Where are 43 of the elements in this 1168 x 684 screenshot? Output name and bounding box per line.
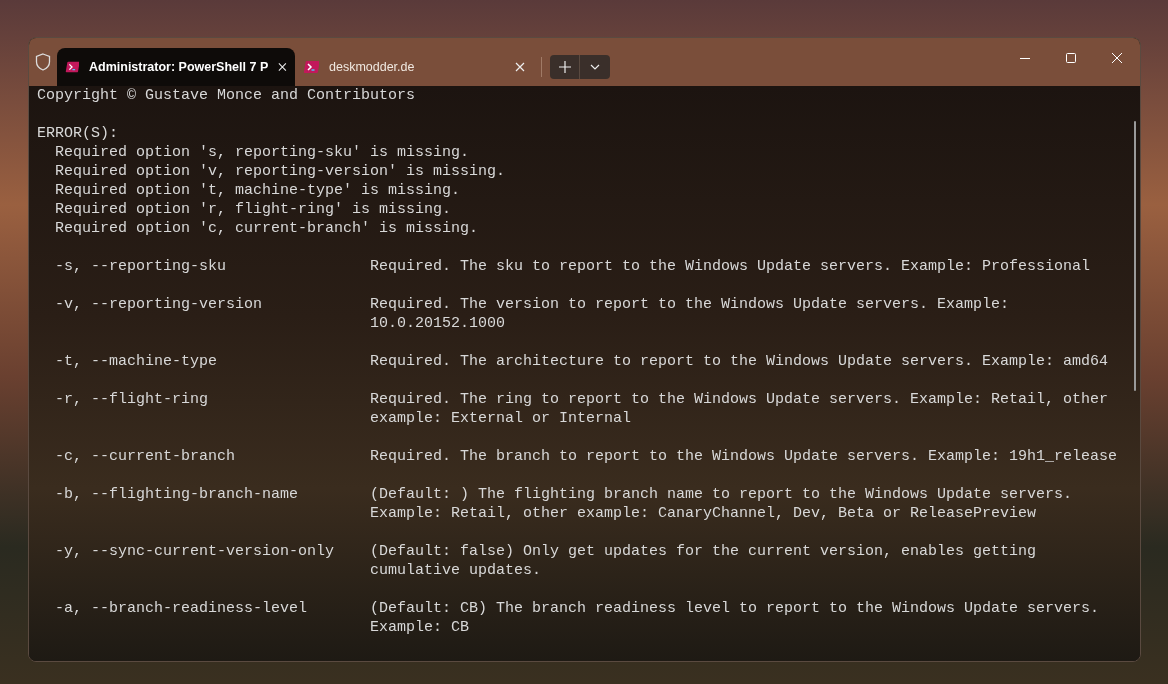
error-line: Required option 's, reporting-sku' is missing. <box>54 143 471 162</box>
error-line: Required option 'v, reporting-version' is missing. <box>54 162 507 181</box>
option-description: 10.0.20152.1000 <box>370 314 507 333</box>
plus-icon <box>558 61 571 73</box>
option-name-text: -r, --flight-ring <box>55 391 209 408</box>
copyright-line: Copyright © Gustave Monce and Contributors <box>37 86 417 105</box>
option-name-text: -v, --reporting-version <box>55 296 263 313</box>
option-description: Required. The version to report to the Windows Update servers. Example: <box>370 295 1010 314</box>
option-description: (Default: ) The flighting branch name to report to the Windows Update servers. <box>370 485 1073 504</box>
error-line: Required option 'c, current-branch' is missing. <box>54 219 480 238</box>
option-name-text: -t, --machine-type <box>55 353 218 370</box>
option-name-text: -b, --flighting-branch-name <box>55 486 299 503</box>
option-description: Required. The sku to report to the Windows Update servers. Example: Professional <box>370 257 1091 276</box>
option-description: Example: Retail, other example: CanaryChannel, Dev, Beta or ReleasePreview <box>370 504 1038 523</box>
option-description: Required. The ring to report to the Windows Update servers. Example: Retail, other <box>370 390 1109 409</box>
errors-heading: ERROR(S): <box>37 124 119 143</box>
maximize-icon <box>1066 53 1076 63</box>
tab[interactable]: deskmodder.de <box>295 48 533 86</box>
option-description: Required. The architecture to report to the Windows Update servers. Example: amd64 <box>370 352 1109 371</box>
chevron-down-icon <box>590 64 600 70</box>
option-description: Example: CB <box>370 618 471 637</box>
option-name-text: -c, --current-branch <box>55 448 236 465</box>
option-name-text: -y, --sync-current-version-only <box>55 543 335 560</box>
tab[interactable]: Administrator: PowerShell 7 P <box>57 48 295 86</box>
option-name-text: -s, --reporting-sku <box>55 258 227 275</box>
error-line: Required option 't, machine-type' is missing. <box>54 181 462 200</box>
terminal-app-icon <box>303 60 319 74</box>
close-icon <box>1112 53 1122 63</box>
close-icon[interactable] <box>515 62 525 72</box>
close-icon[interactable] <box>278 62 287 72</box>
option-description: (Default: false) Only get updates for the current version, enables getting <box>370 542 1037 561</box>
shield-icon <box>35 53 51 71</box>
option-description: cumulative updates. <box>370 561 543 580</box>
terminal-app-icon <box>65 60 79 74</box>
option-description: example: External or Internal <box>370 409 633 428</box>
scrollbar-thumb[interactable] <box>1134 121 1136 391</box>
minimize-icon <box>1020 57 1030 59</box>
tab-title: Administrator: PowerShell 7 P <box>89 58 269 76</box>
option-name-text: -a, --branch-readiness-level <box>55 600 308 617</box>
option-description: Required. The branch to report to the Windows Update servers. Example: 19h1_release <box>370 447 1118 466</box>
tab-title: deskmodder.de <box>329 58 416 76</box>
error-line: Required option 'r, flight-ring' is missing. <box>54 200 453 219</box>
option-description: (Default: CB) The branch readiness level to report to the Windows Update servers. <box>370 599 1100 618</box>
